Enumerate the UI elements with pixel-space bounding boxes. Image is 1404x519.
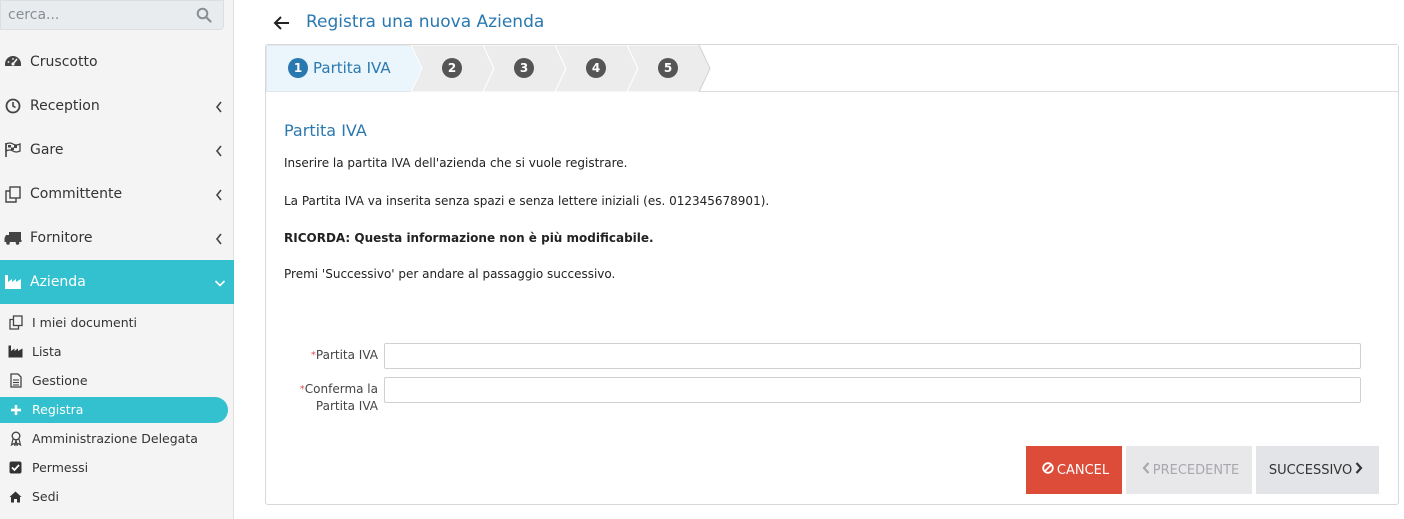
next-hint-text: Premi 'Successivo' per andare al passagg… (284, 267, 616, 281)
conferma-label-line2: Partita IVA (315, 399, 378, 413)
previous-button-label: PRECEDENTE (1152, 462, 1240, 478)
chevron-left-icon (214, 143, 224, 157)
conferma-partita-iva-label: *Conferma la Partita IVA (266, 381, 378, 415)
search-box (0, 0, 224, 30)
sidebar-item-label: Azienda (30, 274, 86, 290)
sidebar-item-gare[interactable]: Gare (0, 128, 234, 172)
home-icon (8, 489, 23, 504)
sidebar-subitem-lista[interactable]: Lista (0, 339, 228, 365)
conferma-label-line1: Conferma la (304, 382, 378, 396)
checkbox-checked-icon (8, 460, 23, 475)
chevron-right-icon (1355, 462, 1363, 478)
cancel-button-label: CANCEL (1056, 462, 1110, 478)
industry-icon (4, 273, 22, 291)
previous-button[interactable]: PRECEDENTE (1126, 446, 1252, 494)
search-icon[interactable] (196, 7, 212, 23)
sidebar-subitem-label: I miei documenti (32, 315, 137, 330)
cancel-button[interactable]: CANCEL (1026, 446, 1122, 494)
back-arrow-icon[interactable] (272, 13, 296, 35)
ban-icon (1042, 462, 1054, 478)
sidebar-subitem-sedi[interactable]: Sedi (0, 484, 228, 510)
wizard-card: 1 Partita IVA 2 3 4 5 Partita IVA Inseri… (265, 44, 1399, 505)
sidebar-subitem-gestione[interactable]: Gestione (0, 368, 228, 394)
next-button-label: SUCCESSIVO (1268, 462, 1353, 478)
sidebar-subitem-label: Lista (32, 344, 62, 359)
copy-icon (8, 315, 23, 330)
chevron-left-icon (214, 99, 224, 113)
clock-icon (4, 97, 22, 115)
step-5-badge[interactable]: 5 (658, 58, 678, 78)
checkered-flag-icon (4, 141, 22, 159)
truck-icon (4, 229, 22, 247)
sidebar-item-fornitore[interactable]: Fornitore (0, 216, 234, 260)
chevron-left-icon (214, 187, 224, 201)
sidebar-item-label: Committente (30, 186, 123, 202)
sidebar-subitem-label: Permessi (32, 460, 89, 475)
sidebar-subitem-label: Sedi (32, 489, 60, 504)
sidebar-item-reception[interactable]: Reception (0, 84, 234, 128)
step-3-badge[interactable]: 3 (514, 58, 534, 78)
sidebar-subitem-permessi[interactable]: Permessi (0, 455, 228, 481)
partita-iva-label-text: Partita IVA (315, 348, 378, 362)
format-hint-text: La Partita IVA va inserita senza spazi e… (284, 194, 770, 208)
award-icon (8, 431, 23, 446)
sidebar-subitem-registra[interactable]: Registra (0, 397, 228, 423)
conferma-partita-iva-input[interactable] (384, 377, 1361, 403)
sidebar-item-label: Gare (30, 142, 64, 158)
chevron-down-icon (214, 275, 226, 289)
file-text-icon (8, 373, 23, 388)
step-1-label[interactable]: Partita IVA (313, 59, 391, 77)
chevron-left-icon (1142, 462, 1150, 478)
page-title: Registra una nuova Azienda (306, 12, 545, 32)
wizard-steps: 1 Partita IVA 2 3 4 5 (266, 45, 1398, 92)
partita-iva-label: *Partita IVA (266, 347, 378, 364)
instruction-text: Inserire la partita IVA dell'azienda che… (284, 156, 628, 170)
sidebar-item-committente[interactable]: Committente (0, 172, 234, 216)
step-2-badge[interactable]: 2 (442, 58, 462, 78)
next-button[interactable]: SUCCESSIVO (1256, 446, 1379, 494)
search-input[interactable] (8, 5, 188, 25)
sidebar-item-azienda[interactable]: Azienda (0, 260, 234, 304)
sidebar-item-cruscotto[interactable]: Cruscotto (0, 40, 234, 84)
sidebar: Cruscotto Reception Gare Committente For… (0, 0, 234, 519)
partita-iva-input[interactable] (384, 343, 1361, 369)
warning-text: RICORDA: Questa informazione non è più m… (284, 231, 654, 245)
sidebar-subitem-label: Gestione (32, 373, 88, 388)
step-4-badge[interactable]: 4 (586, 58, 606, 78)
sidebar-subitem-documenti[interactable]: I miei documenti (0, 310, 228, 336)
dashboard-icon (4, 53, 22, 71)
industry-icon (8, 344, 23, 359)
copy-icon (4, 185, 22, 203)
sidebar-subitem-label: Registra (32, 402, 84, 417)
sidebar-subitem-amministrazione-delegata[interactable]: Amministrazione Delegata (0, 426, 228, 452)
chevron-left-icon (214, 231, 224, 245)
sidebar-item-label: Fornitore (30, 230, 93, 246)
step-1-badge[interactable]: 1 (288, 58, 308, 78)
sidebar-item-label: Reception (30, 98, 100, 114)
sidebar-subitem-label: Amministrazione Delegata (32, 431, 198, 446)
plus-icon (8, 402, 23, 417)
sidebar-item-label: Cruscotto (30, 54, 98, 70)
section-title: Partita IVA (284, 121, 367, 140)
